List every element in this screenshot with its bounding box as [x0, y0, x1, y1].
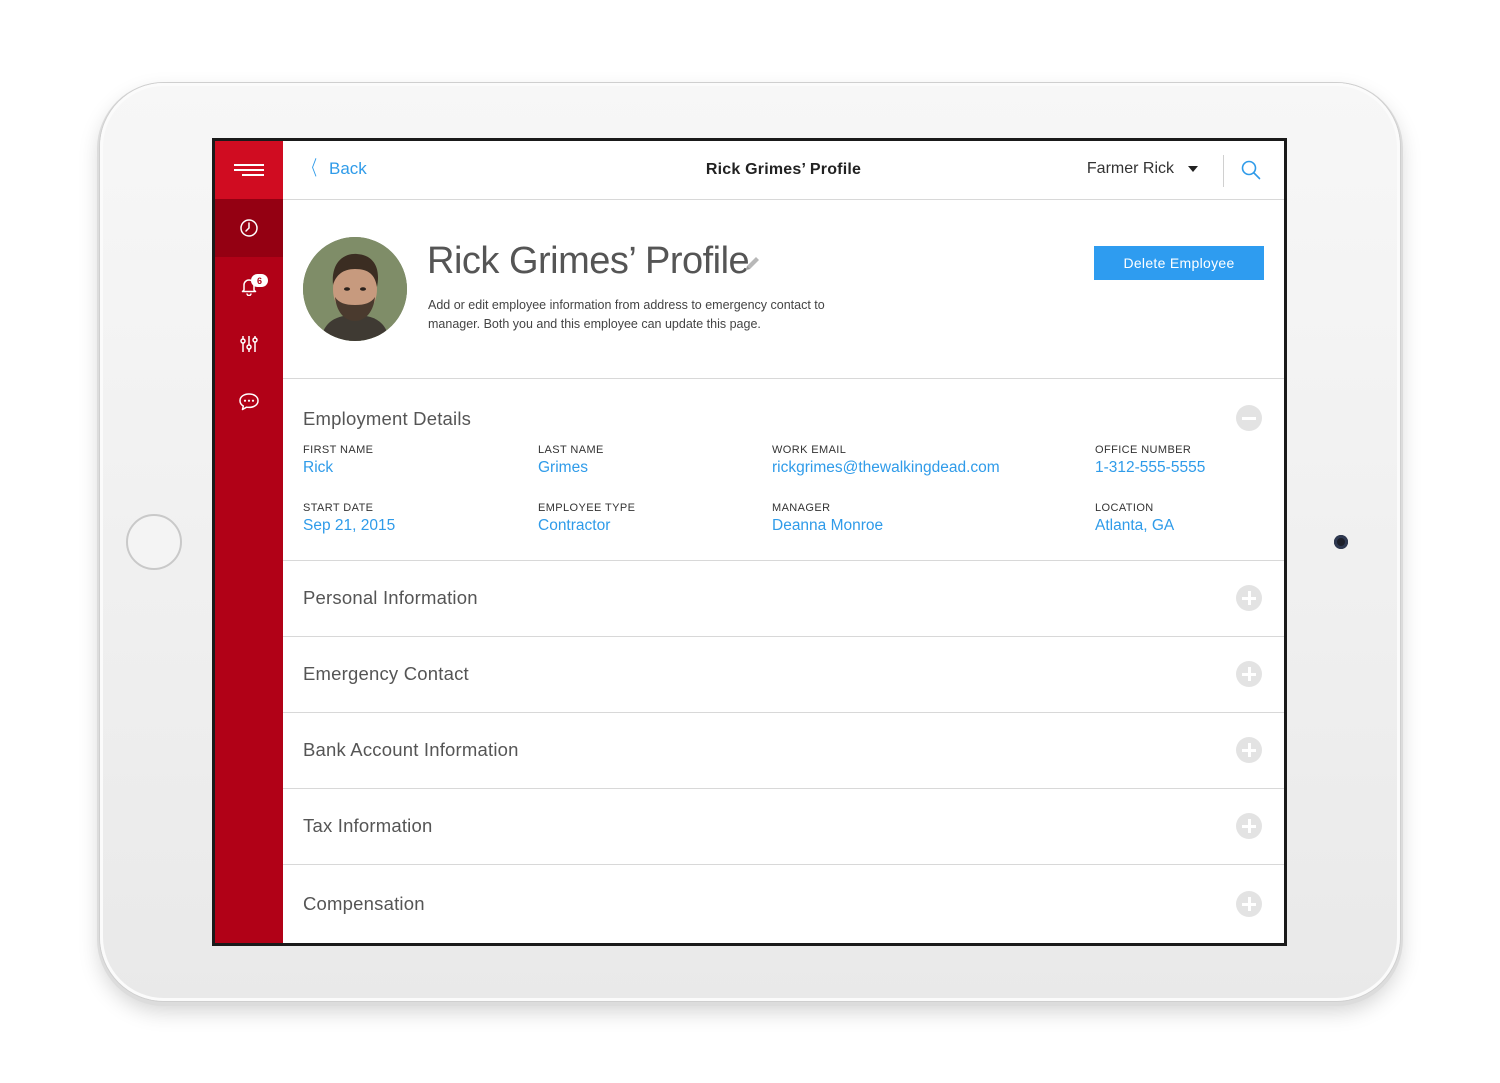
app: 6 〈 Back Rick Grimes’ Profile Farmer Ric…	[215, 141, 1284, 943]
divider	[1223, 155, 1224, 187]
field-label: WORK EMAIL	[772, 444, 847, 456]
expand-icon[interactable]	[1236, 737, 1262, 763]
field-label: MANAGER	[772, 502, 831, 514]
field-label: LOCATION	[1095, 502, 1154, 514]
delete-employee-button[interactable]: Delete Employee	[1094, 246, 1264, 280]
home-button[interactable]	[126, 514, 182, 570]
hamburger-icon	[234, 164, 264, 176]
clock-icon	[240, 219, 258, 237]
expand-icon[interactable]	[1236, 661, 1262, 687]
section-employment-details: Employment Details FIRST NAME Rick LAST …	[283, 379, 1284, 561]
sidebar-item-dashboard[interactable]	[215, 199, 283, 257]
section-title: Emergency Contact	[303, 663, 469, 684]
screen: 6 〈 Back Rick Grimes’ Profile Farmer Ric…	[212, 138, 1287, 946]
notification-badge: 6	[251, 274, 268, 287]
menu-button[interactable]	[215, 141, 283, 199]
section-bank-account-information[interactable]: Bank Account Information	[283, 713, 1284, 789]
profile-description: Add or edit employee information from ad…	[428, 298, 825, 331]
user-dropdown[interactable]: Farmer Rick	[1087, 160, 1198, 178]
caret-down-icon	[1188, 166, 1198, 172]
field-label: EMPLOYEE TYPE	[538, 502, 636, 514]
user-name: Farmer Rick	[1086, 160, 1174, 177]
field-value[interactable]: Deanna Monroe	[772, 517, 883, 535]
pencil-icon[interactable]	[742, 254, 762, 274]
field-value[interactable]: 1-312-555-5555	[1095, 459, 1205, 477]
section-compensation[interactable]: Compensation	[283, 865, 1284, 943]
field-label: START DATE	[303, 502, 374, 514]
main-content: 〈 Back Rick Grimes’ Profile Farmer Rick	[283, 141, 1284, 943]
field-first-name: FIRST NAME Rick	[303, 444, 373, 477]
field-last-name: LAST NAME Grimes	[538, 444, 604, 477]
field-value[interactable]: Rick	[303, 459, 373, 477]
sliders-icon	[240, 336, 258, 352]
field-value[interactable]: rickgrimes@thewalkingdead.com	[772, 459, 1000, 477]
field-work-email: WORK EMAIL rickgrimes@thewalkingdead.com	[772, 444, 1000, 477]
field-manager: MANAGER Deanna Monroe	[772, 502, 883, 535]
expand-icon[interactable]	[1236, 813, 1262, 839]
section-title: Bank Account Information	[303, 739, 519, 760]
section-title: Tax Information	[303, 815, 433, 836]
field-label: LAST NAME	[538, 444, 604, 456]
field-location: LOCATION Atlanta, GA	[1095, 502, 1174, 535]
field-value[interactable]: Contractor	[538, 517, 635, 535]
sidebar: 6	[215, 141, 283, 943]
avatar	[303, 237, 407, 341]
field-value[interactable]: Sep 21, 2015	[303, 517, 395, 535]
expand-icon[interactable]	[1236, 891, 1262, 917]
field-employee-type: EMPLOYEE TYPE Contractor	[538, 502, 635, 535]
search-icon[interactable]	[1240, 159, 1262, 181]
section-title: Compensation	[303, 893, 425, 914]
expand-icon[interactable]	[1236, 585, 1262, 611]
field-value[interactable]: Atlanta, GA	[1095, 517, 1174, 535]
section-tax-information[interactable]: Tax Information	[283, 789, 1284, 865]
section-title[interactable]: Employment Details	[303, 408, 471, 430]
sidebar-item-settings[interactable]	[215, 315, 283, 373]
field-value[interactable]: Grimes	[538, 459, 604, 477]
sidebar-item-notifications[interactable]: 6	[215, 257, 283, 315]
section-title: Personal Information	[303, 587, 478, 608]
field-start-date: START DATE Sep 21, 2015	[303, 502, 395, 535]
profile-header: Rick Grimes’ Profile Add or edit employe…	[283, 200, 1284, 379]
section-emergency-contact[interactable]: Emergency Contact	[283, 637, 1284, 713]
field-label: OFFICE NUMBER	[1095, 444, 1192, 456]
top-bar: 〈 Back Rick Grimes’ Profile Farmer Rick	[283, 141, 1284, 200]
chat-icon	[239, 393, 259, 411]
field-office-number: OFFICE NUMBER 1-312-555-5555	[1095, 444, 1205, 477]
field-label: FIRST NAME	[303, 444, 374, 456]
sidebar-item-messages[interactable]	[215, 373, 283, 431]
camera	[1334, 535, 1348, 549]
profile-title: Rick Grimes’ Profile	[427, 240, 750, 282]
collapse-icon[interactable]	[1236, 405, 1262, 431]
section-personal-information[interactable]: Personal Information	[283, 561, 1284, 637]
avatar-image	[303, 237, 407, 341]
